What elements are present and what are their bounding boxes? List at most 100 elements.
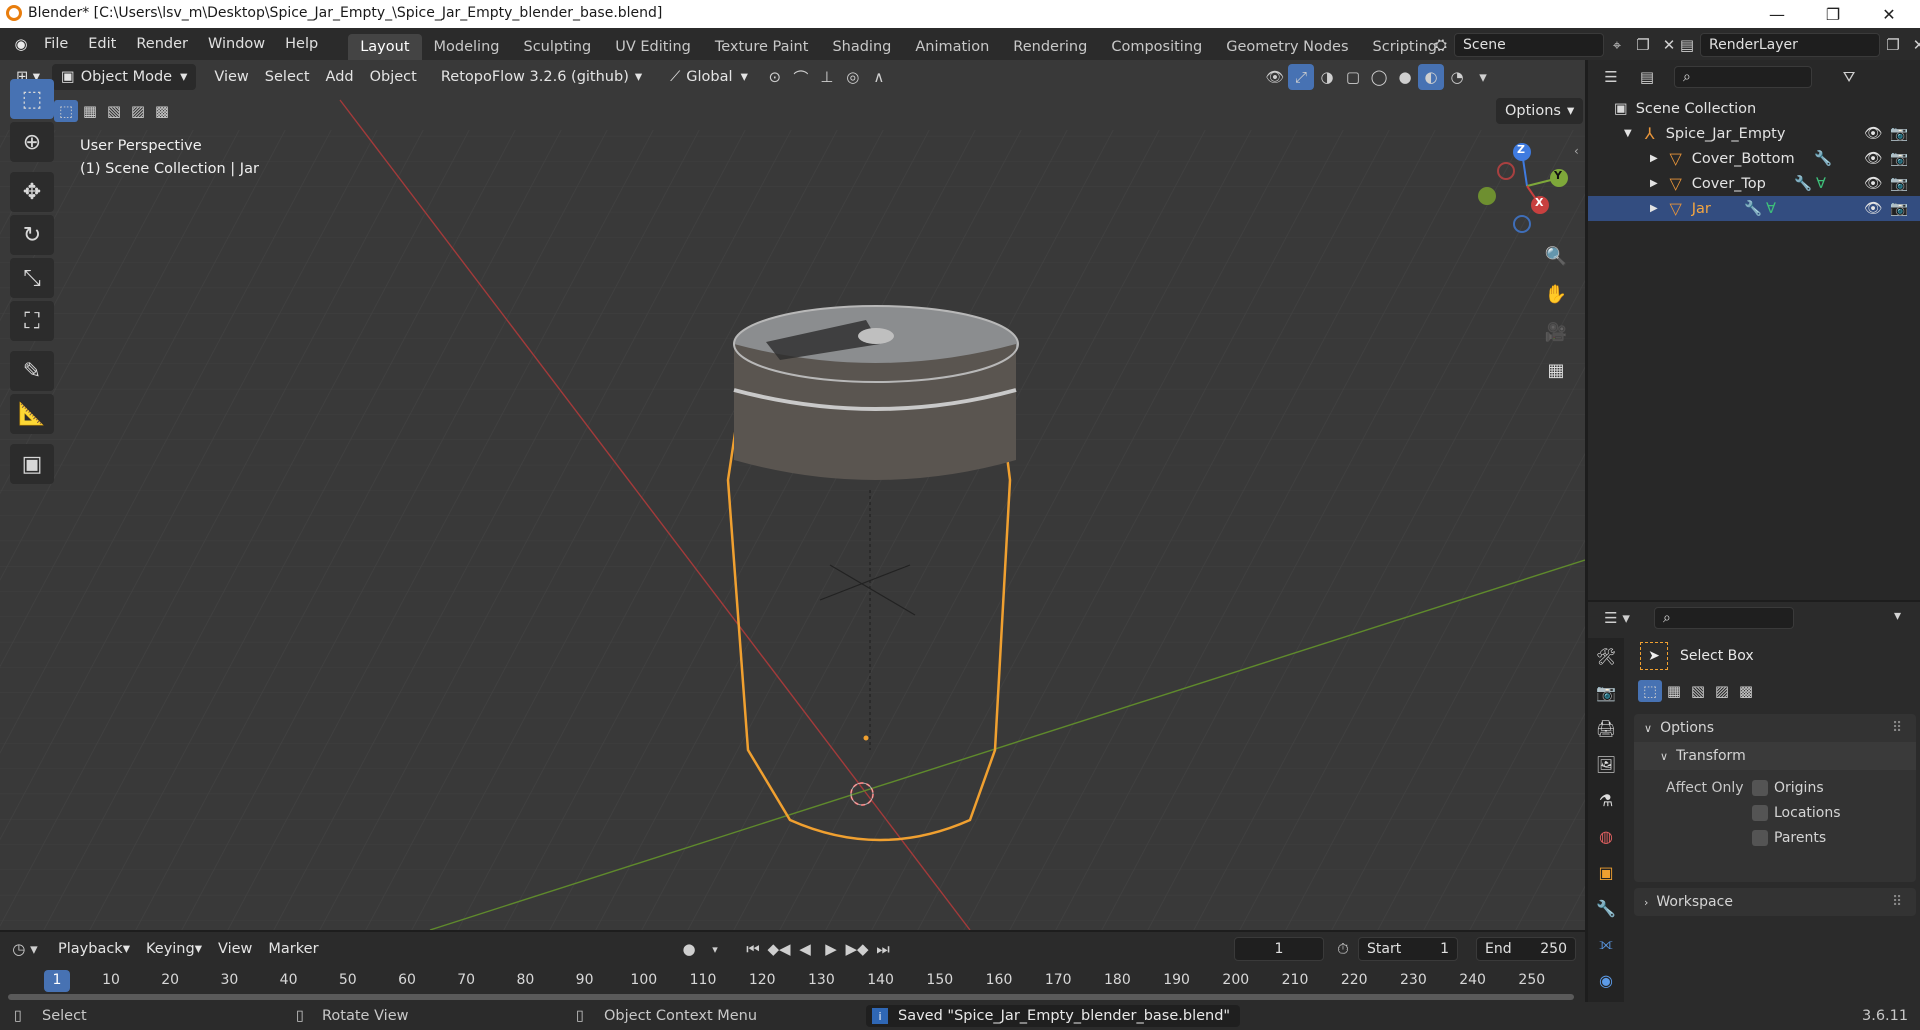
expand-right-icon[interactable]: ▶ [1650,178,1658,189]
pivot-icon[interactable]: ⊙ [762,64,788,90]
modifier-wrench-icon[interactable]: 🔧 [1794,175,1812,192]
outliner-editor-icon[interactable]: ☰ [1598,64,1624,90]
drag-handle-icon[interactable]: ⠿ [1892,894,1902,910]
outliner-row-scene-collection[interactable]: ▣ Scene Collection [1588,96,1920,121]
snap-icon[interactable]: ⌒ [788,64,814,90]
frame-ruler[interactable]: 1 10 20 30 40 50 60 70 80 90 100 110 120 130 140 150 160… [0,932,1585,1002]
select-invert-icon[interactable]: ▨ [126,100,150,122]
tab-rendering[interactable]: Rendering [1001,34,1099,60]
mode-dropdown[interactable]: ▣ Object Mode ▾ [52,64,197,90]
annotate-tool-icon[interactable]: ✎ [10,351,54,391]
modifier-wrench-icon[interactable]: 🔧 [1814,150,1832,167]
options-dropdown[interactable]: Options ▾ [1496,98,1584,124]
outliner-search-input[interactable]: ⌕ [1674,66,1812,88]
properties-search-input[interactable]: ⌕ [1654,607,1794,629]
sidebar-toggle-icon[interactable]: ‹ [1574,144,1579,158]
minimize-icon[interactable]: — [1748,0,1806,28]
visibility-icon[interactable]: 👁 [1262,64,1288,90]
restore-icon[interactable]: ❐ [1804,0,1862,28]
camera-render-icon[interactable]: 📷 [1890,175,1908,192]
menu-file[interactable]: File [34,28,78,60]
render-tab-icon[interactable]: 📷 [1588,674,1624,710]
menu-help[interactable]: Help [275,28,328,60]
tab-shading[interactable]: Shading [820,34,903,60]
proportional-edit-icon[interactable]: ◎ [840,64,866,90]
overlay-toggle-icon[interactable]: ◑ [1314,64,1340,90]
eye-icon[interactable]: 👁 [1864,175,1882,192]
physics-tab-icon[interactable]: ◉ [1588,962,1624,998]
tab-animation[interactable]: Animation [903,34,1001,60]
outliner-row-jar[interactable]: ▶ ▽ Jar 🔧 ∀ 👁 📷 [1588,196,1920,221]
options-panel-header[interactable]: ∨ Options ⠿ [1634,714,1916,742]
viewport-menu-object[interactable]: Object [362,64,425,90]
tab-layout[interactable]: Layout [348,34,422,60]
select-box-tool-icon[interactable]: ⬚ [10,79,54,119]
parents-checkbox[interactable]: Parents [1752,830,1826,846]
add-cube-tool-icon[interactable]: ▣ [10,444,54,484]
expand-right-icon[interactable]: ▶ [1650,153,1658,164]
tab-modeling[interactable]: Modeling [422,34,512,60]
shading-options-icon[interactable]: ▾ [1470,64,1496,90]
mesh-data-icon[interactable]: ∀ [1766,201,1776,217]
viewport-menu-add[interactable]: Add [318,64,362,90]
scene-tab-icon[interactable]: ⚗ [1588,782,1624,818]
checkbox-box[interactable] [1752,780,1768,796]
xray-icon[interactable]: ▢ [1340,64,1366,90]
select-intersect-icon[interactable]: ▩ [150,100,174,122]
particles-tab-icon[interactable]: ⟗ [1588,926,1624,962]
outliner-row-cover-top[interactable]: ▶ ▽ Cover_Top 🔧 ∀ 👁 📷 [1588,171,1920,196]
properties-editor-icon[interactable]: ☰ ▾ [1604,605,1630,631]
scene-name-field[interactable]: Scene [1454,33,1604,57]
falloff-icon[interactable]: ∧ [866,64,892,90]
cursor-tool-icon[interactable]: ⊕ [10,122,54,162]
close-icon[interactable]: ✕ [1860,0,1918,28]
view-layer-tab-icon[interactable]: 🖼 [1588,746,1624,782]
ortho-grid-icon[interactable]: ▦ [1540,354,1572,386]
select-invert-icon[interactable]: ▨ [1710,680,1734,702]
checkbox-box[interactable] [1752,830,1768,846]
transform-subpanel-header[interactable]: ∨ Transform [1634,742,1916,770]
expand-right-icon[interactable]: ▶ [1650,203,1658,214]
eye-icon[interactable]: 👁 [1864,150,1882,167]
select-extend-icon[interactable]: ▦ [78,100,102,122]
display-mode-icon[interactable]: ▤ [1634,64,1660,90]
viewport-menu-view[interactable]: View [206,64,256,90]
pan-hand-icon[interactable]: ✋ [1540,278,1572,310]
snap-target-icon[interactable]: ⊥ [814,64,840,90]
move-tool-icon[interactable]: ✥ [10,172,54,212]
camera-render-icon[interactable]: 📷 [1890,125,1908,142]
measure-tool-icon[interactable]: 📐 [10,394,54,434]
rendered-shading-icon[interactable]: ◔ [1444,64,1470,90]
eye-icon[interactable]: 👁 [1864,125,1882,142]
new-layer-icon[interactable]: ❐ [1880,32,1906,58]
modifier-tab-icon[interactable]: 🔧 [1588,890,1624,926]
select-new-icon[interactable]: ⬚ [1638,680,1662,702]
menu-render[interactable]: Render [126,28,198,60]
scale-tool-icon[interactable]: ⤡ [10,258,54,298]
tool-tab-icon[interactable]: 🛠 [1588,638,1624,674]
expand-down-icon[interactable]: ▼ [1624,128,1632,139]
checkbox-box[interactable] [1752,805,1768,821]
output-tab-icon[interactable]: 🖨 [1588,710,1624,746]
wireframe-shading-icon[interactable]: ◯ [1366,64,1392,90]
scene-selector[interactable]: ⛭ Scene ⌖ ❐ ✕ [1428,32,1682,58]
zoom-icon[interactable]: 🔍 [1540,240,1572,272]
world-tab-icon[interactable]: ◍ [1588,818,1624,854]
solid-shading-icon[interactable]: ● [1392,64,1418,90]
delete-layer-icon[interactable]: ✕ [1906,32,1920,58]
timeline-scrollbar[interactable] [8,994,1574,1000]
material-shading-icon[interactable]: ◐ [1418,64,1444,90]
retopoflow-menu[interactable]: RetopoFlow 3.2.6 (github) ▾ [433,64,650,90]
origins-checkbox[interactable]: Origins [1752,780,1824,796]
gizmo-y-label[interactable]: Y [1554,169,1562,182]
mesh-data-icon[interactable]: ∀ [1816,176,1826,192]
3d-viewport[interactable]: Z Y X ⊞ ▾ ▣ Object Mode ▾ View Select Add … [0,60,1585,930]
select-extend-icon[interactable]: ▦ [1662,680,1686,702]
camera-render-icon[interactable]: 📷 [1890,150,1908,167]
outliner-row-spice-jar-empty[interactable]: ▼ ⅄ Spice_Jar_Empty 👁 📷 [1588,121,1920,146]
outliner-row-cover-bottom[interactable]: ▶ ▽ Cover_Bottom 🔧 👁 📷 [1588,146,1920,171]
filter-icon[interactable]: ⛛ [1836,64,1862,90]
transform-tool-icon[interactable]: ⛶ [10,301,54,341]
modifier-wrench-icon[interactable]: 🔧 [1744,200,1762,217]
orientation-dropdown[interactable]: ⟋ Global ▾ [662,64,756,90]
